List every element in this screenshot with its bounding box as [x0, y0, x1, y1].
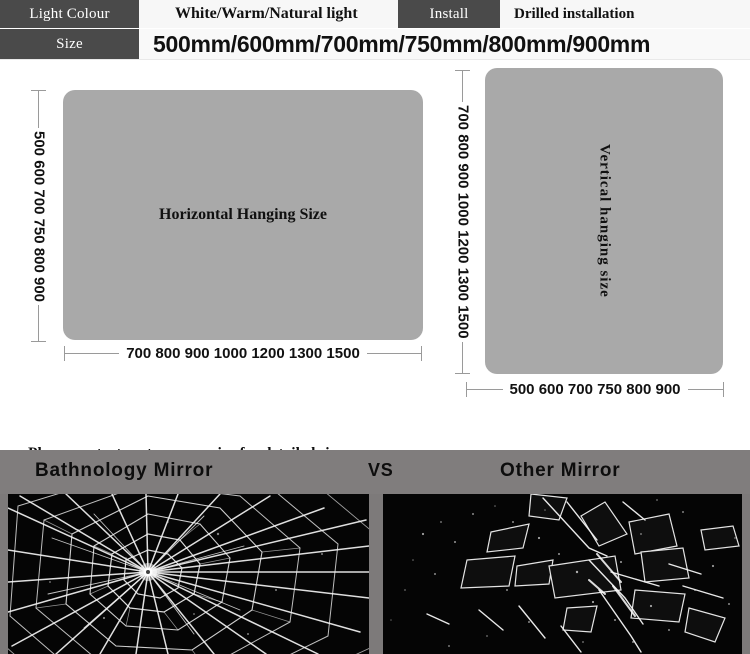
vertical-mirror-label: Vertical hanging size — [596, 144, 613, 298]
size-diagrams-section: 500 600 700 750 800 900 Horizontal Hangi… — [0, 60, 750, 483]
comparison-brand-title: Bathnology Mirror — [35, 460, 214, 481]
spec-value-size: 500mm/600mm/700mm/750mm/800mm/900mm — [139, 29, 750, 60]
dimension-text-wrap: 700 800 900 1000 1200 1300 1500 — [58, 342, 428, 364]
dimension-text-wrap: 700 800 900 1000 1200 1300 1500 — [452, 62, 474, 382]
comparison-other-title: Other Mirror — [500, 460, 621, 481]
vertical-width-values: 500 600 700 750 800 900 — [502, 380, 688, 398]
dimension-text-wrap: 500 600 700 750 800 900 — [28, 82, 50, 350]
spiderweb-cracked-glass-photo — [8, 494, 369, 654]
vertical-height-values: 700 800 900 1000 1200 1300 1500 — [454, 102, 472, 342]
glass-shards-illustration — [383, 494, 742, 654]
spec-value-light-colour: White/Warm/Natural light — [139, 0, 398, 28]
horizontal-mirror-label: Horizontal Hanging Size — [159, 206, 327, 223]
horizontal-mirror-box: Horizontal Hanging Size — [63, 90, 423, 340]
spec-key-light-colour: Light Colour — [0, 0, 139, 28]
vertical-size-diagram: 700 800 900 1000 1200 1300 1500 Vertical… — [440, 60, 750, 410]
horizontal-height-values: 500 600 700 750 800 900 — [30, 127, 48, 305]
shattered-glass-shards-photo — [383, 494, 742, 654]
mirror-comparison-section: Bathnology Mirror VS Other Mirror — [0, 450, 750, 654]
spiderweb-crack-illustration — [8, 494, 369, 654]
vertical-mirror-label-wrap: Vertical hanging size — [485, 68, 723, 374]
vertical-width-dimension: 500 600 700 750 800 900 — [460, 378, 730, 400]
vertical-height-dimension: 700 800 900 1000 1200 1300 1500 — [452, 62, 474, 382]
spec-key-install: Install — [398, 0, 500, 28]
comparison-title-banner: Bathnology Mirror VS Other Mirror — [0, 450, 750, 494]
spec-row-light-colour: Light Colour White/Warm/Natural light In… — [0, 0, 750, 28]
comparison-vs-label: VS — [368, 460, 394, 480]
dimension-text-wrap: 500 600 700 750 800 900 — [460, 378, 730, 400]
horizontal-width-dimension: 700 800 900 1000 1200 1300 1500 — [58, 342, 428, 364]
horizontal-height-dimension: 500 600 700 750 800 900 — [28, 82, 50, 350]
spec-value-install: Drilled installation — [500, 0, 750, 28]
spec-row-size: Size 500mm/600mm/700mm/750mm/800mm/900mm — [0, 29, 750, 60]
horizontal-size-diagram: 500 600 700 750 800 900 Horizontal Hangi… — [0, 60, 440, 380]
specification-table: Light Colour White/Warm/Natural light In… — [0, 0, 750, 60]
spec-key-size: Size — [0, 29, 139, 60]
horizontal-mirror-label-wrap: Horizontal Hanging Size — [63, 90, 423, 340]
impact-point — [139, 563, 157, 581]
vertical-mirror-box: Vertical hanging size — [485, 68, 723, 374]
horizontal-width-values: 700 800 900 1000 1200 1300 1500 — [119, 344, 367, 362]
